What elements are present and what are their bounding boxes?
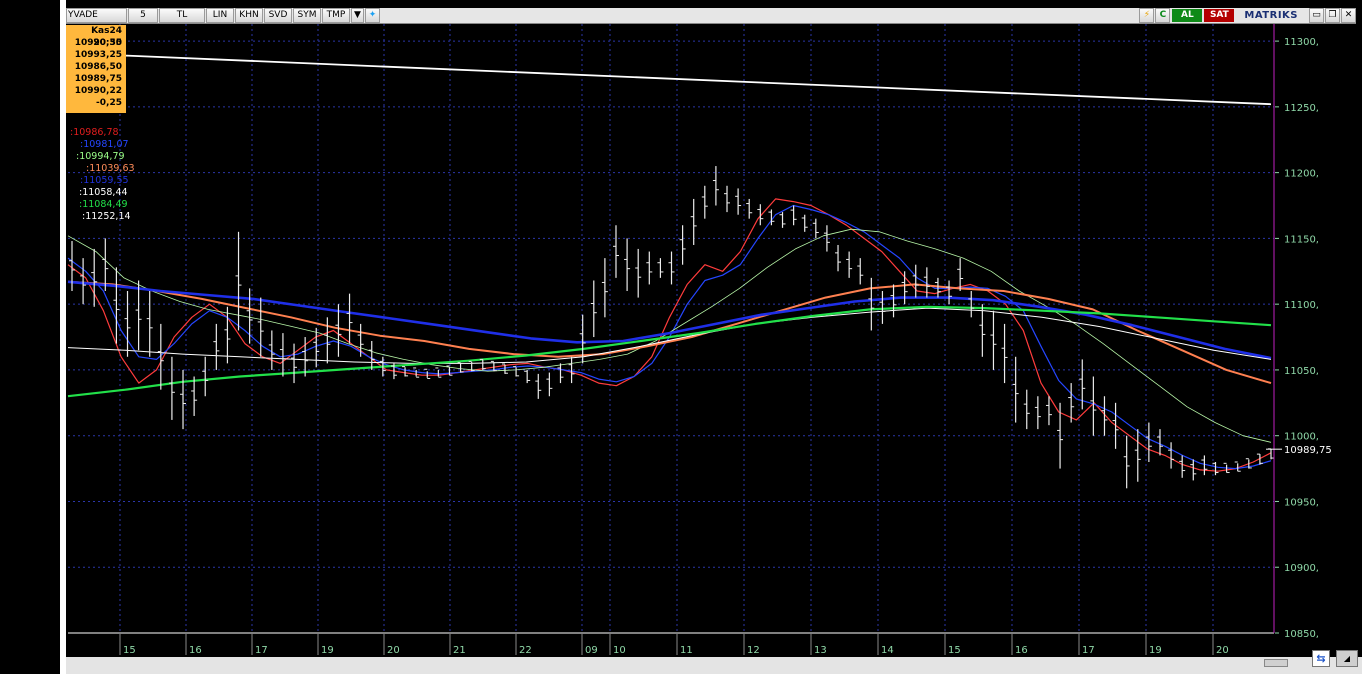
info-open: 10990,50 — [74, 38, 122, 48]
x-tick-label: 19 — [321, 645, 334, 656]
x-tick-label: 12 — [747, 645, 760, 656]
x-tick-label: 21 — [453, 645, 466, 656]
x-tick-label: 19 — [1149, 645, 1162, 656]
swap-icon[interactable]: ⇆ — [1312, 650, 1330, 667]
chart-toolbar: YVADE 5 TL LIN KHN SVD SYM TMP ▼ ✦ ⚡ C A… — [66, 8, 1356, 24]
x-tick-label: 16 — [1015, 645, 1028, 656]
x-tick-label: 09 — [585, 645, 598, 656]
y-tick-label: 10900, — [1284, 563, 1319, 574]
x-tick-label: 15 — [123, 645, 136, 656]
chart-window: 11300, 11250, 11200, 11150, 11100, 11050, 1100… — [66, 0, 1362, 674]
x-tick-label: 14 — [881, 645, 894, 656]
tb-button-sym[interactable]: SYM — [293, 8, 321, 23]
x-tick-label: 10 — [613, 645, 626, 656]
indicator-value: :11252,14 — [82, 211, 131, 222]
indicator-value: :11039,63 — [86, 163, 135, 174]
x-tick-label: 20 — [1216, 645, 1229, 656]
minimize-icon[interactable]: ▭ — [1309, 8, 1324, 23]
indicator-value: :11058,44 — [79, 187, 128, 198]
indicator-value: :10986,78 — [70, 127, 119, 138]
y-tick-label: 11050, — [1284, 366, 1319, 377]
resize-icon[interactable]: ◢ — [1336, 650, 1358, 667]
refresh-button[interactable]: C — [1155, 8, 1171, 23]
y-tick-label: 11150, — [1284, 234, 1319, 245]
last-price-label: 10989,75 — [1284, 445, 1332, 456]
close-icon[interactable]: ✕ — [1341, 8, 1356, 23]
y-tick-label: 10950, — [1284, 497, 1319, 508]
x-tick-label: 11 — [680, 645, 693, 656]
twitter-icon[interactable]: ✦ — [365, 8, 380, 23]
info-change: -0,25 — [96, 98, 122, 108]
sell-button[interactable]: SAT — [1204, 9, 1235, 22]
left-panel — [0, 0, 60, 674]
info-date: Kas24 20:35 — [91, 26, 122, 48]
currency-field[interactable]: TL — [159, 8, 205, 23]
x-tick-label: 13 — [814, 645, 827, 656]
ohlc-info-box: Kas24 20:35 10990,50 10993,25 10986,50 1… — [66, 25, 126, 113]
info-close: 10989,75 — [74, 74, 122, 84]
dropdown-arrow-icon[interactable]: ▼ — [351, 8, 364, 23]
tb-button-khn[interactable]: KHN — [235, 8, 263, 23]
info-high: 10993,25 — [74, 50, 122, 60]
y-tick-label: 11200, — [1284, 169, 1319, 180]
indicator-value: :11084,49 — [79, 199, 128, 210]
x-tick-label: 17 — [1082, 645, 1095, 656]
brand-logo: MATRIKS — [1244, 10, 1298, 21]
x-tick-label: 17 — [255, 645, 268, 656]
period-field[interactable]: 5 — [128, 8, 158, 23]
restore-icon[interactable]: ❐ — [1325, 8, 1340, 23]
toolbar-right: ⚡ C AL SAT MATRIKS ▭ ❐ ✕ — [1138, 8, 1356, 23]
bottom-scroll-area — [66, 657, 1362, 674]
indicator-value: :10994,79 — [76, 151, 125, 162]
y-tick-label: 10850, — [1284, 629, 1319, 640]
horizontal-scrollbar[interactable] — [1264, 659, 1288, 667]
lightning-icon[interactable]: ⚡ — [1139, 8, 1155, 23]
symbol-field[interactable]: YVADE — [66, 8, 127, 23]
tb-button-lin[interactable]: LIN — [206, 8, 234, 23]
price-chart[interactable]: 11300, 11250, 11200, 11150, 11100, 11050, 1100… — [66, 0, 1362, 674]
buy-button[interactable]: AL — [1172, 9, 1203, 22]
indicator-value: :11059,55 — [80, 175, 129, 186]
info-low: 10986,50 — [74, 62, 122, 72]
x-tick-label: 16 — [189, 645, 202, 656]
x-tick-label: 22 — [519, 645, 532, 656]
tb-button-svd[interactable]: SVD — [264, 8, 292, 23]
y-tick-label: 11000, — [1284, 432, 1319, 443]
plot-area — [68, 24, 1274, 633]
info-average: 10990,22 — [74, 86, 122, 96]
y-tick-label: 11250, — [1284, 103, 1319, 114]
x-tick-label: 20 — [387, 645, 400, 656]
y-tick-label: 11300, — [1284, 37, 1319, 48]
tb-button-tmp[interactable]: TMP — [322, 8, 350, 23]
x-tick-label: 15 — [948, 645, 961, 656]
y-tick-label: 11100, — [1284, 300, 1319, 311]
indicator-value: :10981,07 — [80, 139, 129, 150]
